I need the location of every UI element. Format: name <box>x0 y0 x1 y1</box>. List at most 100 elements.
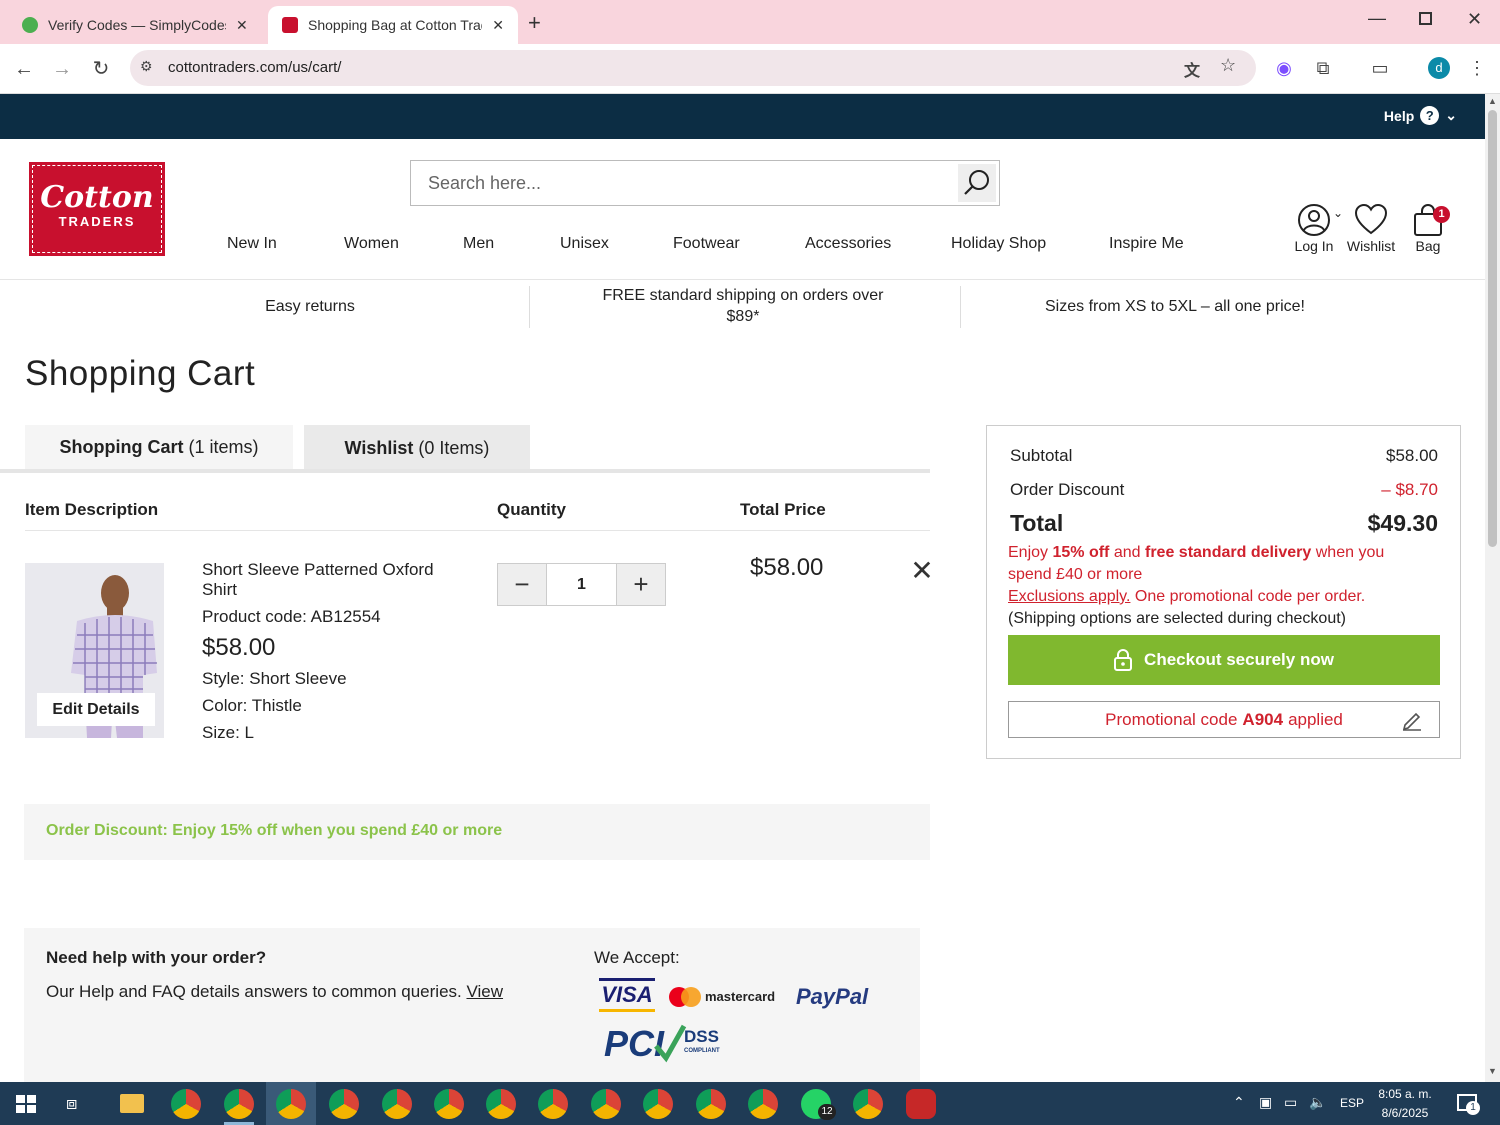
help-question-icon: ? <box>1420 106 1440 125</box>
chrome-profile-taskbar-icon[interactable] <box>224 1089 254 1119</box>
tab-search-icon[interactable]: ▭ <box>1368 56 1392 80</box>
increase-quantity-button[interactable]: + <box>617 564 665 605</box>
task-view-icon[interactable]: ⧈ <box>66 1093 77 1114</box>
nav-item-footwear[interactable]: Footwear <box>673 235 740 253</box>
total-value: $49.30 <box>1367 510 1438 536</box>
scroll-up-arrow-icon[interactable]: ▲ <box>1488 96 1497 106</box>
nav-item-new-in[interactable]: New In <box>227 235 277 253</box>
browser-address-bar: ← → ↻ ⚙ cottontraders.com/us/cart/ 文 ☆ ◉… <box>0 44 1500 94</box>
site-info-icon[interactable]: ⚙ <box>140 58 153 75</box>
help-view-link[interactable]: View <box>466 982 503 1001</box>
tab-count: (1 items) <box>188 436 259 457</box>
column-header-quantity: Quantity <box>497 500 566 519</box>
volume-icon[interactable]: 🔈 <box>1309 1094 1326 1111</box>
wishlist-button[interactable]: Wishlist <box>1346 202 1396 254</box>
product-name[interactable]: Short Sleeve Patterned Oxford Shirt <box>202 560 462 600</box>
chrome-taskbar-icon[interactable] <box>171 1089 201 1119</box>
page-viewport: Help ? ⌄ Cotton TRADERS New In Women Men… <box>0 94 1485 1082</box>
back-arrow-icon[interactable]: ← <box>11 56 37 82</box>
close-tab-icon[interactable]: ✕ <box>236 17 248 34</box>
nav-item-accessories[interactable]: Accessories <box>805 235 891 253</box>
tray-chevron-up-icon[interactable]: ⌃ <box>1233 1094 1245 1111</box>
pci-dss-logo-icon: PCI DSS COMPLIANT <box>604 1020 734 1064</box>
file-explorer-icon[interactable] <box>120 1094 144 1113</box>
browser-menu-icon[interactable]: ⋮ <box>1465 56 1489 80</box>
language-indicator[interactable]: ESP <box>1340 1096 1364 1110</box>
tray-device-icon[interactable]: ▣ <box>1259 1094 1272 1111</box>
new-tab-plus-icon[interactable]: + <box>528 10 541 36</box>
promo-code-field[interactable]: Promotional code A904 applied <box>1008 701 1440 738</box>
restore-window-icon[interactable] <box>1419 12 1432 25</box>
checkout-label: Checkout securely now <box>1144 650 1334 669</box>
tab-shopping-cart[interactable]: Shopping Cart (1 items) <box>25 425 293 472</box>
chrome-profile-taskbar-icon[interactable] <box>434 1089 464 1119</box>
heart-icon <box>1354 203 1388 235</box>
quantity-value[interactable]: 1 <box>546 564 617 605</box>
url-text[interactable]: cottontraders.com/us/cart/ <box>168 59 341 76</box>
chrome-profile-taskbar-icon[interactable] <box>538 1089 568 1119</box>
help-menu[interactable]: Help ? ⌄ <box>1384 106 1457 125</box>
close-window-icon[interactable]: ✕ <box>1467 9 1482 30</box>
search-input[interactable] <box>411 161 956 205</box>
tab-wishlist[interactable]: Wishlist (0 Items) <box>304 425 530 472</box>
extension-purple-icon[interactable]: ◉ <box>1272 56 1296 80</box>
benefit-easy-returns: Easy returns <box>265 297 355 315</box>
translate-icon[interactable]: 文 <box>1184 57 1200 81</box>
network-icon[interactable]: ▭ <box>1284 1094 1297 1111</box>
page-scrollbar[interactable]: ▲ ▼ <box>1485 94 1500 1082</box>
chrome-profile-taskbar-icon[interactable] <box>643 1089 673 1119</box>
extensions-puzzle-icon[interactable]: ⧉ <box>1311 56 1335 80</box>
chrome-profile-taskbar-icon[interactable] <box>382 1089 412 1119</box>
nav-item-inspire-me[interactable]: Inspire Me <box>1109 235 1184 253</box>
close-tab-icon[interactable]: ✕ <box>492 17 504 34</box>
nav-item-men[interactable]: Men <box>463 235 494 253</box>
chrome-profile-taskbar-icon[interactable] <box>591 1089 621 1119</box>
chrome-profile-taskbar-icon[interactable] <box>329 1089 359 1119</box>
browser-tab-cotton-traders[interactable]: Shopping Bag at Cotton Traders ✕ <box>268 6 518 44</box>
nav-item-holiday-shop[interactable]: Holiday Shop <box>951 235 1046 253</box>
reload-icon[interactable]: ↻ <box>88 56 114 82</box>
exclusions-link[interactable]: Exclusions apply. <box>1008 588 1130 605</box>
browser-tab-simplycodes[interactable]: Verify Codes — SimplyCodes ✕ <box>8 6 266 44</box>
scroll-down-arrow-icon[interactable]: ▼ <box>1488 1066 1497 1076</box>
product-image[interactable]: Edit Details <box>25 563 164 738</box>
cotton-traders-logo[interactable]: Cotton TRADERS <box>29 162 165 256</box>
edit-pencil-icon[interactable] <box>1401 709 1423 731</box>
login-button[interactable]: Log In <box>1292 202 1336 254</box>
header-row-divider <box>25 530 930 531</box>
promo-message: Enjoy 15% off and free standard delivery… <box>1008 542 1428 630</box>
nav-item-women[interactable]: Women <box>344 235 399 253</box>
chrome-active-taskbar-icon[interactable] <box>276 1089 306 1119</box>
app-taskbar-icon[interactable] <box>906 1089 936 1119</box>
bookmark-star-icon[interactable]: ☆ <box>1220 55 1236 76</box>
user-account-icon <box>1298 204 1330 236</box>
simplycodes-favicon-icon <box>22 17 38 33</box>
minimize-window-icon[interactable]: — <box>1368 8 1386 29</box>
benefit-sizes: Sizes from XS to 5XL – all one price! <box>1045 297 1305 315</box>
profile-avatar[interactable]: d <box>1428 57 1450 79</box>
search-button[interactable] <box>958 164 996 202</box>
remove-item-close-icon[interactable]: ✕ <box>908 557 936 585</box>
chrome-profile-taskbar-icon[interactable] <box>748 1089 778 1119</box>
edit-details-button[interactable]: Edit Details <box>37 693 155 726</box>
account-chevron-down-icon[interactable]: ⌄ <box>1333 206 1343 220</box>
url-omnibox[interactable]: ⚙ cottontraders.com/us/cart/ 文 ☆ <box>130 50 1256 86</box>
product-size: Size: L <box>202 723 254 742</box>
taskbar-clock[interactable]: 8:05 a. m. 8/6/2025 <box>1370 1085 1440 1123</box>
forward-arrow-icon[interactable]: → <box>49 56 75 82</box>
svg-text:DSS: DSS <box>684 1027 719 1046</box>
scrollbar-thumb[interactable] <box>1488 110 1497 547</box>
bag-count-badge: 1 <box>1433 206 1450 223</box>
discount-row: Order Discount – $8.70 <box>1010 480 1438 500</box>
chrome-profile-taskbar-icon[interactable] <box>696 1089 726 1119</box>
chrome-taskbar-icon[interactable] <box>853 1089 883 1119</box>
nav-item-unisex[interactable]: Unisex <box>560 235 609 253</box>
checkout-button[interactable]: Checkout securely now <box>1008 635 1440 685</box>
product-color: Color: Thistle <box>202 696 302 715</box>
wishlist-label: Wishlist <box>1346 238 1396 254</box>
windows-start-icon[interactable] <box>16 1095 36 1113</box>
promo-text: and <box>1113 544 1141 561</box>
promo-text: 15% off <box>1052 544 1110 561</box>
decrease-quantity-button[interactable]: − <box>498 564 546 605</box>
chrome-profile-taskbar-icon[interactable] <box>486 1089 516 1119</box>
